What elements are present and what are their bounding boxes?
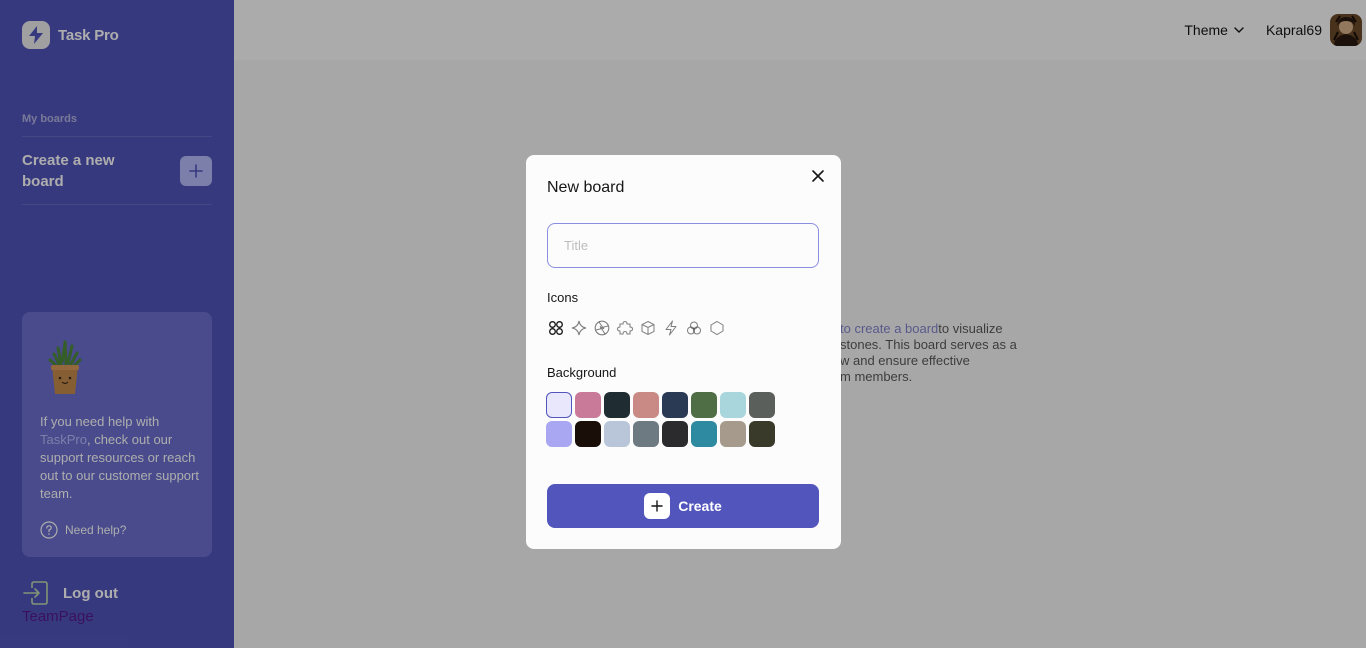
puzzle-icon[interactable] (616, 319, 634, 337)
icon-options (547, 319, 726, 337)
create-button[interactable]: Create (547, 484, 819, 528)
background-option[interactable] (691, 421, 717, 447)
background-option[interactable] (749, 421, 775, 447)
modal-title: New board (547, 179, 625, 196)
hexagon-icon[interactable] (708, 319, 726, 337)
background-option[interactable] (720, 421, 746, 447)
background-label: Background (547, 365, 617, 380)
sparkle-icon[interactable] (570, 319, 588, 337)
title-input[interactable] (547, 223, 819, 268)
background-option[interactable] (662, 421, 688, 447)
background-options (546, 392, 775, 447)
background-option[interactable] (720, 392, 746, 418)
create-label: Create (678, 498, 722, 514)
background-option[interactable] (604, 392, 630, 418)
plus-icon (644, 493, 671, 519)
lightning-icon[interactable] (662, 319, 680, 337)
grid-icon[interactable] (547, 319, 565, 337)
background-option[interactable] (633, 421, 659, 447)
background-option[interactable] (575, 421, 601, 447)
background-option[interactable] (575, 392, 601, 418)
background-option[interactable] (604, 421, 630, 447)
background-option[interactable] (546, 421, 572, 447)
icons-label: Icons (547, 290, 579, 305)
background-option[interactable] (546, 392, 572, 418)
background-option[interactable] (749, 392, 775, 418)
new-board-modal: New board Icons Background (526, 155, 841, 549)
close-button[interactable] (809, 167, 827, 185)
cube-icon[interactable] (639, 319, 657, 337)
aperture-icon[interactable] (593, 319, 611, 337)
circles-icon[interactable] (685, 319, 703, 337)
close-icon (812, 170, 824, 182)
background-option[interactable] (691, 392, 717, 418)
background-option[interactable] (662, 392, 688, 418)
background-option[interactable] (633, 392, 659, 418)
